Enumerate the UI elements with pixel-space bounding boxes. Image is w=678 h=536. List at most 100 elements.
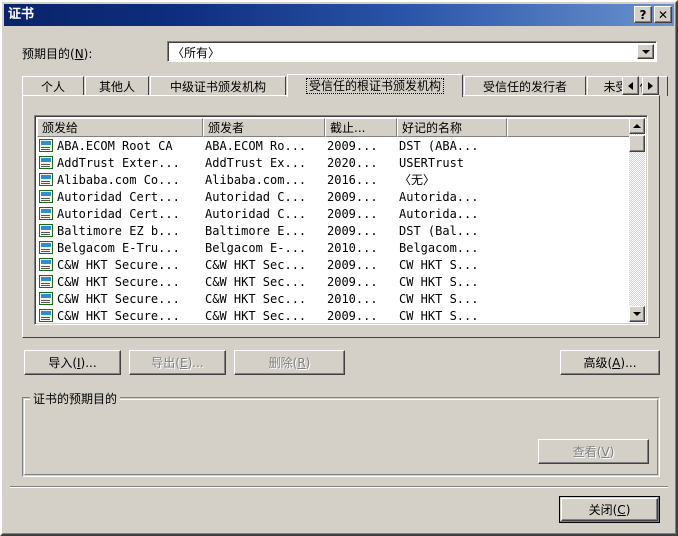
cell-friendly_name: Autorida... <box>399 189 479 204</box>
cell-friendly_name: USERTrust <box>399 155 465 170</box>
cell-expiry: 2009... <box>327 206 378 221</box>
help-button[interactable]: ? <box>634 6 652 23</box>
import-button[interactable]: 导入(I)... <box>24 350 121 375</box>
certificate-purposes-groupbox <box>22 397 660 477</box>
scrollbar-thumb[interactable] <box>629 135 645 152</box>
table-row[interactable]: AddTrust Exter... AddTrust Ex... 2020... US… <box>37 154 631 171</box>
cell-expiry: 2016... <box>327 172 378 187</box>
table-row[interactable]: C&W HKT Secure... C&W HKT Sec... 2009... CW… <box>37 256 631 273</box>
cell-issued_by: Autoridad C... <box>205 206 307 221</box>
tab-scroll-left-button[interactable] <box>622 76 639 95</box>
cell-issued_to: Alibaba.com Co... <box>57 172 180 187</box>
column-header-4[interactable] <box>507 118 631 137</box>
cell-issued_to: Baltimore EZ b... <box>57 223 180 238</box>
tab-0[interactable]: 个人 <box>22 76 84 96</box>
cell-expiry: 2010... <box>327 240 378 255</box>
cell-issued_to: C&W HKT Secure... <box>57 291 180 306</box>
certificate-icon <box>39 309 53 322</box>
table-row[interactable]: C&W HKT Secure... C&W HKT Sec... 2010... CW… <box>37 290 631 307</box>
tab-scroll-right-button[interactable] <box>642 76 659 95</box>
close-icon[interactable]: ✕ <box>654 6 672 23</box>
certificate-icon <box>39 139 53 152</box>
tab-label: 个人 <box>40 80 65 94</box>
tab-2[interactable]: 中级证书颁发机构 <box>150 76 286 96</box>
column-header-2[interactable]: 截止... <box>325 118 397 137</box>
cell-issued_by: Belgacom E-... <box>205 240 307 255</box>
tab-4[interactable]: 受信任的发行者 <box>464 76 586 96</box>
column-header-1[interactable]: 颁发者 <box>203 118 325 137</box>
cell-issued_by: ABA.ECOM Ro... <box>205 138 307 153</box>
tab-3[interactable]: 受信任的根证书颁发机构 <box>287 74 463 97</box>
cell-issued_to: C&W HKT Secure... <box>57 274 180 289</box>
table-row[interactable]: Autoridad Cert... Autoridad C... 2009... Au… <box>37 205 631 222</box>
cell-issued_to: ABA.ECOM Root CA <box>57 138 173 153</box>
purpose-value: 〈所有〉 <box>172 46 221 60</box>
table-row[interactable]: C&W HKT Secure... C&W HKT Sec... 2009... CW… <box>37 307 631 322</box>
cell-issued_to: C&W HKT Secure... <box>57 257 180 272</box>
table-row[interactable]: Baltimore EZ b... Baltimore E... 2009... DS… <box>37 222 631 239</box>
certificate-icon <box>39 156 53 169</box>
cell-expiry: 2009... <box>327 138 378 153</box>
column-header-0[interactable]: 颁发给 <box>37 118 203 137</box>
footer-divider <box>10 486 668 488</box>
cell-issued_to: Autoridad Cert... <box>57 206 180 221</box>
scroll-up-icon[interactable] <box>629 118 645 134</box>
cell-friendly_name: CW HKT S... <box>399 291 479 306</box>
chevron-down-icon[interactable] <box>637 44 654 59</box>
cell-issued_by: C&W HKT Sec... <box>205 274 307 289</box>
advanced-button[interactable]: 高级(A)... <box>560 350 660 375</box>
tab-1[interactable]: 其他人 <box>85 76 149 96</box>
purpose-label: 预期目的(N): <box>22 47 93 61</box>
cell-friendly_name: CW HKT S... <box>399 274 479 289</box>
cell-expiry: 2010... <box>327 291 378 306</box>
certificates-list[interactable]: 颁发给 颁发者 截止... 好记的名称 ABA.ECOM Root CA ABA.ECO… <box>34 115 648 325</box>
certificate-icon <box>39 224 53 237</box>
cell-issued_by: Baltimore E... <box>205 223 307 238</box>
cell-issued_by: C&W HKT Sec... <box>205 308 307 323</box>
cell-friendly_name: DST (Bal... <box>399 223 479 238</box>
cell-expiry: 2020... <box>327 155 378 170</box>
certificates-dialog: 证书 ? ✕ 预期目的(N): 〈所有〉 未受信任受信任的发行者受信任的根证书颁… <box>0 0 678 536</box>
title-bar-buttons: ? ✕ <box>634 6 672 23</box>
remove-button[interactable]: 删除(R) <box>234 350 345 375</box>
table-row[interactable]: Alibaba.com Co... Alibaba.com... 2016... 〈无… <box>37 171 631 188</box>
cell-issued_by: Alibaba.com... <box>205 172 307 187</box>
tab-label: 受信任的发行者 <box>482 80 567 94</box>
certificate-purposes-title: 证书的预期目的 <box>30 390 121 407</box>
view-button[interactable]: 查看(V) <box>538 439 649 464</box>
cell-issued_by: AddTrust Ex... <box>205 155 307 170</box>
cell-expiry: 2009... <box>327 257 378 272</box>
cell-expiry: 2009... <box>327 308 378 323</box>
cell-expiry: 2009... <box>327 274 378 289</box>
cell-issued_by: C&W HKT Sec... <box>205 291 307 306</box>
table-row[interactable]: C&W HKT Secure... C&W HKT Sec... 2009... CW… <box>37 273 631 290</box>
table-row[interactable]: Autoridad Cert... Autoridad C... 2009... Au… <box>37 188 631 205</box>
cell-issued_to: C&W HKT Secure... <box>57 308 180 323</box>
cell-friendly_name: Autorida... <box>399 206 479 221</box>
cell-issued_to: AddTrust Exter... <box>57 155 180 170</box>
list-body[interactable]: ABA.ECOM Root CA ABA.ECOM Ro... 2009... DST… <box>37 137 631 322</box>
cell-issued_by: C&W HKT Sec... <box>205 257 307 272</box>
certificate-icon <box>39 190 53 203</box>
close-button[interactable]: 关闭(C) <box>559 496 660 523</box>
column-header-3[interactable]: 好记的名称 <box>397 118 507 137</box>
table-row[interactable]: Belgacom E-Tru... Belgacom E-... 2010... Be… <box>37 239 631 256</box>
cell-expiry: 2009... <box>327 189 378 204</box>
cell-friendly_name: CW HKT S... <box>399 257 479 272</box>
tab-label: 中级证书颁发机构 <box>169 80 266 94</box>
certificate-icon <box>39 207 53 220</box>
title-bar[interactable]: 证书 ? ✕ <box>4 4 674 26</box>
tab-label: 受信任的根证书颁发机构 <box>305 78 444 94</box>
list-vertical-scrollbar[interactable] <box>629 118 645 322</box>
export-button[interactable]: 导出(E)... <box>129 350 226 375</box>
certificate-icon <box>39 275 53 288</box>
table-row[interactable]: ABA.ECOM Root CA ABA.ECOM Ro... 2009... DST… <box>37 137 631 154</box>
tab-strip: 未受信任受信任的发行者受信任的根证书颁发机构中级证书颁发机构其他人个人 <box>22 74 668 97</box>
window-title: 证书 <box>8 7 35 22</box>
certificate-icon <box>39 258 53 271</box>
purpose-combobox[interactable]: 〈所有〉 <box>167 41 657 62</box>
tab-label: 其他人 <box>98 80 135 94</box>
cell-issued_by: Autoridad C... <box>205 189 307 204</box>
scroll-down-icon[interactable] <box>629 306 645 322</box>
cell-friendly_name: CW HKT S... <box>399 308 479 323</box>
